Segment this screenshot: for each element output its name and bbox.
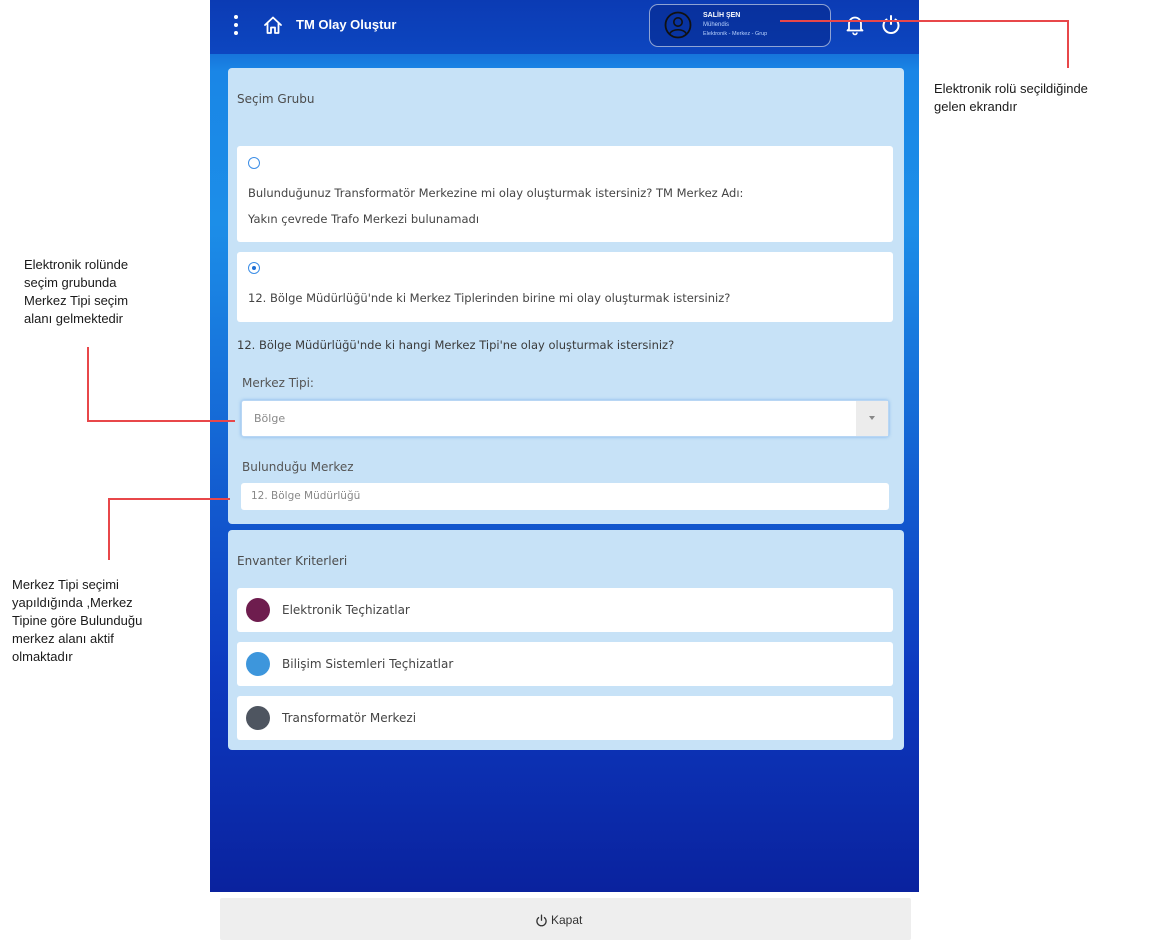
user-scope: Elektronik - Merkez - Grup [703, 31, 768, 37]
annotation-line: Elektronik rolü seçildiğinde [934, 81, 1088, 96]
center-type-question: 12. Bölge Müdürlüğü'nde ki hangi Merkez … [237, 338, 675, 352]
power-icon[interactable] [880, 13, 902, 41]
center-type-label: Merkez Tipi: [242, 376, 314, 390]
annotation-connector [108, 498, 230, 500]
annotation-left-middle: Elektronik rolünde seçim grubunda Merkez… [24, 256, 128, 328]
radio-region-center-types[interactable] [248, 262, 260, 274]
annotation-connector [87, 347, 89, 421]
annotation-line: Elektronik rolünde [24, 257, 129, 272]
annotation-connector [780, 20, 1068, 22]
power-icon [535, 912, 548, 931]
annotation-line: yapıldığında ,Merkez [12, 595, 133, 610]
option-1-text: Bulunduğunuz Transformatör Merkezine mi … [248, 186, 744, 200]
option-region-center-types[interactable]: 12. Bölge Müdürlüğü'nde ki Merkez Tipler… [237, 252, 893, 322]
user-name: SALİH ŞEN [703, 12, 741, 19]
user-role: Mühendis [703, 22, 730, 28]
annotation-line: Merkez Tipi seçim [24, 293, 129, 308]
it-systems-icon [246, 652, 270, 676]
annotation-top-right: Elektronik rolü seçildiğinde gelen ekran… [934, 80, 1088, 116]
annotation-connector [108, 498, 110, 560]
annotation-left-bottom: Merkez Tipi seçimi yapıldığında ,Merkez … [12, 576, 142, 666]
annotation-line: olmaktadır [12, 649, 73, 664]
annotation-line: gelen ekrandır [934, 99, 1018, 114]
transformer-center-icon [246, 706, 270, 730]
close-button[interactable]: Kapat [220, 898, 911, 940]
located-center-input[interactable]: 12. Bölge Müdürlüğü [241, 483, 889, 510]
option-2-text: 12. Bölge Müdürlüğü'nde ki Merkez Tipler… [248, 291, 731, 305]
inventory-item-transformer[interactable]: Transformatör Merkezi [237, 696, 893, 740]
inventory-criteria-card: Envanter Kriterleri Elektronik Teçhizatl… [228, 530, 904, 750]
home-icon[interactable] [262, 14, 284, 40]
inventory-item-it-systems[interactable]: Bilişim Sistemleri Teçhizatlar [237, 642, 893, 686]
close-label: Kapat [551, 913, 583, 927]
page-title: TM Olay Oluştur [296, 17, 397, 32]
annotation-line: Merkez Tipi seçimi [12, 577, 119, 592]
radio-current-center[interactable] [248, 157, 260, 169]
electronic-equipment-icon [246, 598, 270, 622]
located-center-label: Bulunduğu Merkez [242, 460, 354, 474]
inventory-title: Envanter Kriterleri [237, 554, 348, 568]
app-screen: TM Olay Oluştur SALİH ŞEN Mühendis Elekt… [210, 0, 919, 892]
chevron-down-icon[interactable] [856, 401, 888, 436]
inventory-item-label: Bilişim Sistemleri Teçhizatlar [282, 657, 454, 671]
located-center-value: 12. Bölge Müdürlüğü [251, 490, 361, 502]
inventory-item-label: Elektronik Teçhizatlar [282, 603, 410, 617]
annotation-line: alanı gelmektedir [24, 311, 123, 326]
bell-icon[interactable] [845, 14, 865, 40]
user-profile-card[interactable]: SALİH ŞEN Mühendis Elektronik - Merkez -… [649, 4, 831, 47]
annotation-connector [87, 420, 235, 422]
selection-group-title: Seçim Grubu [237, 92, 315, 106]
center-type-value: Bölge [254, 412, 286, 425]
annotation-line: merkez alanı aktif [12, 631, 114, 646]
avatar-icon [664, 11, 692, 43]
option-current-center[interactable]: Bulunduğunuz Transformatör Merkezine mi … [237, 146, 893, 242]
inventory-item-electronic[interactable]: Elektronik Teçhizatlar [237, 588, 893, 632]
inventory-item-label: Transformatör Merkezi [282, 711, 417, 725]
annotation-connector [1067, 20, 1069, 68]
annotation-line: seçim grubunda [24, 275, 117, 290]
annotation-line: Tipine göre Bulunduğu [12, 613, 143, 628]
option-1-subtext: Yakın çevrede Trafo Merkezi bulunamadı [248, 212, 480, 226]
selection-group-card: Seçim Grubu Bulunduğunuz Transformatör M… [228, 68, 904, 524]
center-type-select[interactable]: Bölge [241, 400, 889, 437]
menu-dots-icon[interactable] [232, 15, 240, 39]
top-bar: TM Olay Oluştur SALİH ŞEN Mühendis Elekt… [210, 0, 919, 54]
